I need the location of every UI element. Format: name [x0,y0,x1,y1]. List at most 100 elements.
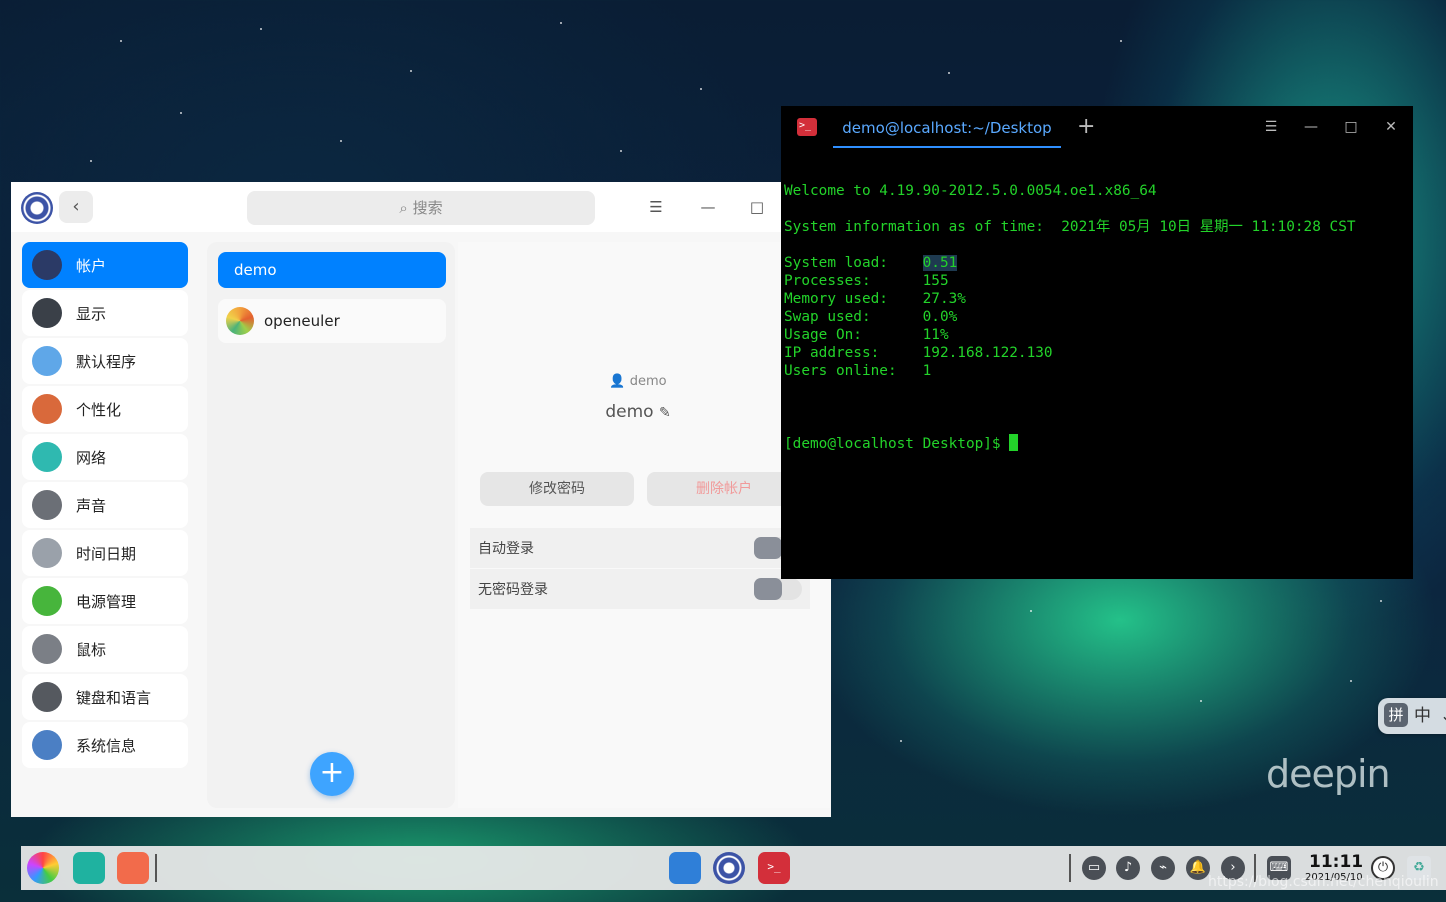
processes-line: Processes: 155 [784,273,949,289]
account-detail-panel: 👤 demo demo ✎ 修改密码 删除帐户 自动登录 无密码登录 [458,242,830,808]
search-placeholder: 搜索 [412,199,443,217]
sidebar-item-label: 鼠标 [76,640,107,659]
usage-line: Usage On: 11% [784,327,949,343]
file-manager-icon[interactable] [669,852,701,884]
control-center-dock-icon[interactable] [713,852,745,884]
dock-separator [155,854,157,882]
user-icon: 👤 [609,374,626,389]
notification-icon[interactable]: 🔔 [1186,856,1210,880]
maximize-button[interactable]: □ [742,194,772,220]
load-value: 0.51 [922,255,958,271]
terminal-minimize-button[interactable]: — [1296,116,1326,138]
terminal-close-button[interactable]: ✕ [1376,116,1406,138]
passwordless-login-toggle[interactable] [754,578,802,600]
account-username: 👤 demo [609,374,667,389]
screen-recorder-icon[interactable]: ▭ [1082,856,1106,880]
terminal-app-icon: >_ [797,118,817,136]
battery-icon [32,586,62,616]
network-icon [32,442,62,472]
launcher-icon[interactable] [27,852,59,884]
display-icon [32,298,62,328]
sidebar-item-mouse[interactable]: 鼠标 [22,626,188,672]
sidebar-item-personalization[interactable]: 个性化 [22,386,188,432]
user-name: openeuler [264,312,340,330]
user-item-openeuler[interactable]: openeuler [218,299,446,343]
clock-time[interactable]: 11:11 [1309,852,1363,872]
search-input[interactable]: ⌕ 搜索 [247,191,595,225]
swap-line: Swap used: 0.0% [784,309,958,325]
terminal-tab[interactable]: demo@localhost:~/Desktop [833,106,1061,148]
sidebar-item-display[interactable]: 显示 [22,290,188,336]
sidebar-item-sound[interactable]: 声音 [22,482,188,528]
network-tray-icon[interactable]: ⌁ [1151,856,1175,880]
search-icon: ⌕ [399,199,408,217]
terminal-menu-button[interactable]: ☰ [1256,116,1286,138]
pinyin-icon: 拼 [1384,703,1408,727]
ip-line: IP address: 192.168.122.130 [784,345,1053,361]
ime-expand-icon: ⌄ [1440,698,1446,734]
auto-login-label: 自动登录 [478,541,534,557]
terminal-titlebar: >_ demo@localhost:~/Desktop + ☰ — □ ✕ [781,106,1413,148]
minimize-button[interactable]: — [693,194,723,220]
workspace-icon[interactable] [117,852,149,884]
account-icon [32,250,62,280]
sidebar-item-label: 键盘和语言 [76,688,152,707]
watermark: https://blog.csdn.net/chenqioulin [1208,874,1439,890]
control-center-titlebar: ‹ ⌕ 搜索 ☰ — □ [11,182,831,232]
control-center-logo-icon [21,192,53,224]
terminal-window: >_ demo@localhost:~/Desktop + ☰ — □ ✕ We… [781,106,1413,579]
user-name: demo [234,261,277,279]
sidebar-item-clock[interactable]: 时间日期 [22,530,188,576]
sidebar-item-label: 帐户 [76,256,107,275]
welcome-line: Welcome to 4.19.90-2012.5.0.0054.oe1.x86… [784,183,1157,199]
sidebar-item-label: 声音 [76,496,107,515]
user-item-demo[interactable]: demo [218,252,446,288]
passwordless-login-label: 无密码登录 [478,582,548,598]
ime-mode: 中 [1414,706,1431,726]
auto-login-row: 自动登录 [470,528,810,568]
clock-icon [32,538,62,568]
default-apps-icon [32,346,62,376]
terminal-output[interactable]: Welcome to 4.19.90-2012.5.0.0054.oe1.x86… [784,182,1409,453]
multitasking-icon[interactable] [73,852,105,884]
edit-pencil-icon[interactable]: ✎ [659,405,671,421]
change-password-button[interactable]: 修改密码 [480,472,634,506]
deepin-logo: deepin [1266,752,1391,796]
sidebar-item-label: 网络 [76,448,107,467]
add-user-button[interactable]: + [310,752,354,796]
sidebar-item-label: 电源管理 [76,592,137,611]
keyboard-icon [32,682,62,712]
passwordless-login-row: 无密码登录 [470,569,810,609]
memory-line: Memory used: 27.3% [784,291,966,307]
delete-account-button[interactable]: 删除帐户 [647,472,801,506]
shell-prompt: [demo@localhost Desktop]$ [784,436,1010,452]
sidebar-item-battery[interactable]: 电源管理 [22,578,188,624]
avatar [226,307,254,335]
system-info-icon [32,730,62,760]
sidebar-item-keyboard[interactable]: 键盘和语言 [22,674,188,720]
terminal-maximize-button[interactable]: □ [1336,116,1366,138]
sidebar-item-network[interactable]: 网络 [22,434,188,480]
users-line: Users online: 1 [784,363,932,379]
settings-nav: 帐户显示默认程序个性化网络声音时间日期电源管理鼠标键盘和语言系统信息 [22,242,188,772]
sidebar-item-label: 时间日期 [76,544,137,563]
sidebar-item-account[interactable]: 帐户 [22,242,188,288]
sidebar-item-default-apps[interactable]: 默认程序 [22,338,188,384]
sidebar-item-system-info[interactable]: 系统信息 [22,722,188,768]
terminal-dock-icon[interactable]: >_ [758,852,790,884]
sound-icon [32,490,62,520]
account-display-name: demo ✎ [605,402,671,422]
input-method-indicator[interactable]: 拼 中 ⌄ [1378,698,1446,734]
sysinfo-line: System information as of time: 2021年 05月… [784,219,1356,235]
back-button[interactable]: ‹ [59,191,93,223]
sidebar-item-label: 系统信息 [76,736,137,755]
terminal-cursor [1009,434,1019,451]
sidebar-item-label: 默认程序 [76,352,137,371]
personalization-icon [32,394,62,424]
menu-button[interactable]: ☰ [641,194,671,220]
sidebar-item-label: 显示 [76,304,107,323]
new-tab-button[interactable]: + [1077,114,1095,139]
dock-separator [1069,854,1071,882]
mouse-icon [32,634,62,664]
volume-icon[interactable]: ♪ [1116,856,1140,880]
